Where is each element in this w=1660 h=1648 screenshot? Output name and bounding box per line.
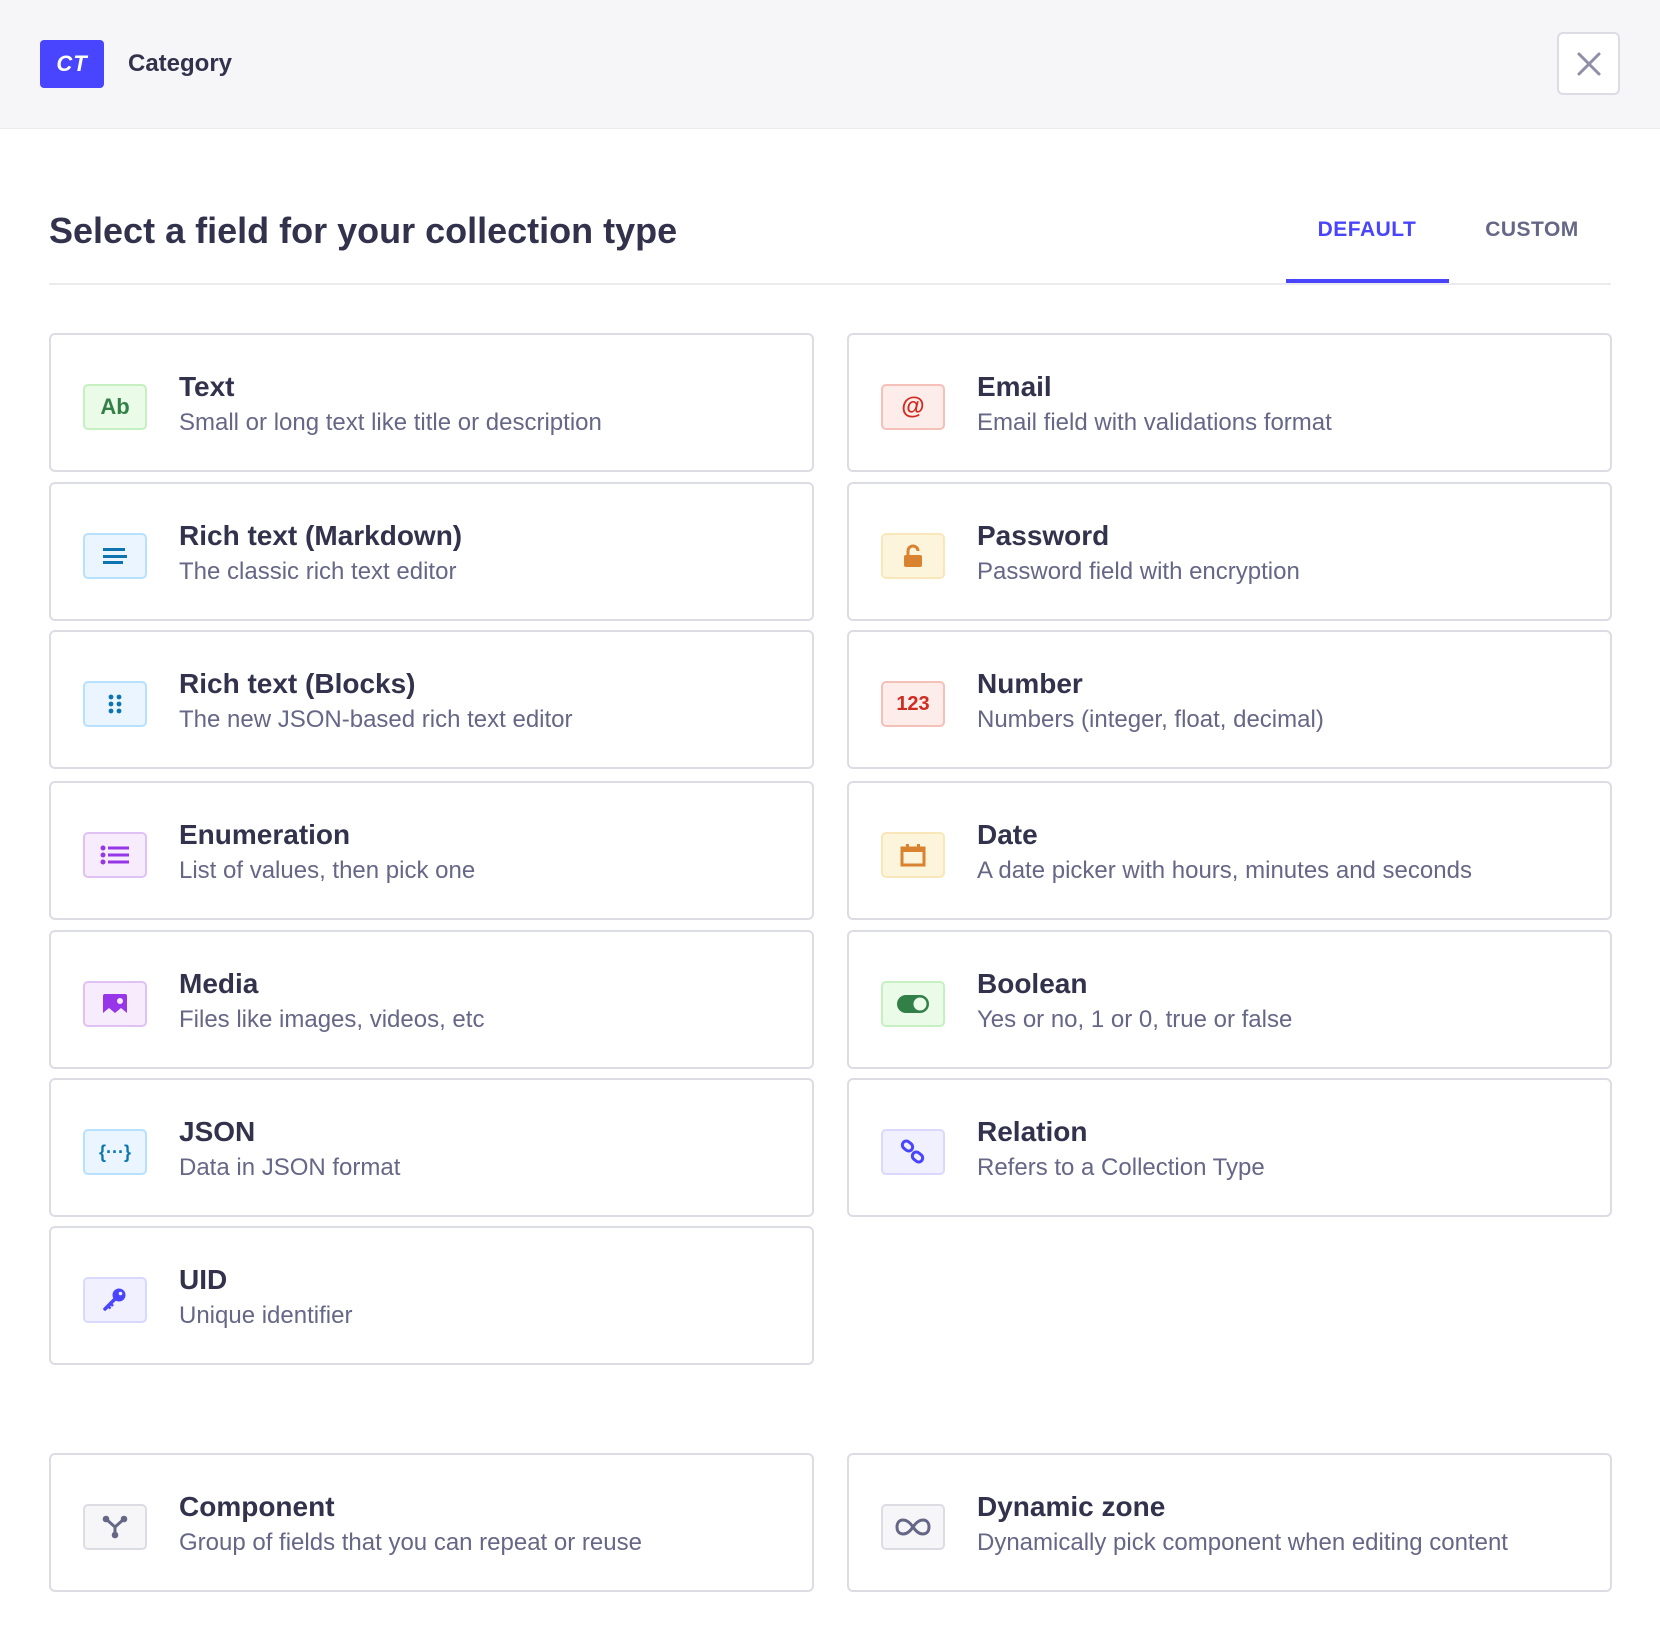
- field-title: Email: [977, 371, 1052, 402]
- field-description: Unique identifier: [179, 1302, 353, 1329]
- paragraph-icon: [83, 533, 147, 579]
- field-card-json[interactable]: {···} JSON Data in JSON format: [49, 1078, 814, 1217]
- close-button[interactable]: [1557, 32, 1620, 95]
- field-description: Yes or no, 1 or 0, true or false: [977, 1006, 1293, 1033]
- number-icon: 123: [881, 681, 945, 727]
- field-description: A date picker with hours, minutes and se…: [977, 857, 1472, 884]
- field-title: Dynamic zone: [977, 1491, 1166, 1522]
- field-card-email[interactable]: @ Email Email field with validations for…: [847, 333, 1612, 472]
- header-title: Category: [128, 50, 233, 77]
- field-card-media[interactable]: Media Files like images, videos, etc: [49, 930, 814, 1069]
- toggle-icon: [881, 981, 945, 1027]
- json-icon: {···}: [83, 1129, 147, 1175]
- field-title: Date: [977, 819, 1038, 850]
- field-card-component[interactable]: Component Group of fields that you can r…: [49, 1453, 814, 1592]
- link-icon: [881, 1129, 945, 1175]
- tab-default[interactable]: DEFAULT: [1286, 218, 1448, 242]
- field-card-password[interactable]: Password Password field with encryption: [847, 482, 1612, 621]
- field-description: Dynamically pick component when editing …: [977, 1529, 1508, 1556]
- field-description: List of values, then pick one: [179, 857, 476, 884]
- field-description: The new JSON-based rich text editor: [179, 706, 573, 733]
- list-icon: [83, 832, 147, 878]
- field-description: Numbers (integer, float, decimal): [977, 706, 1324, 733]
- collection-type-badge: CT: [40, 40, 104, 88]
- field-description: Small or long text like title or descrip…: [179, 409, 602, 436]
- field-description: Email field with validations format: [977, 409, 1332, 436]
- modal-header: CT Category: [0, 0, 1660, 129]
- field-title: Rich text (Blocks): [179, 668, 416, 699]
- field-description: Files like images, videos, etc: [179, 1006, 485, 1033]
- image-icon: [83, 981, 147, 1027]
- field-title: Boolean: [977, 968, 1088, 999]
- close-icon: [1577, 52, 1600, 75]
- field-title: UID: [179, 1264, 228, 1295]
- field-title: Number: [977, 668, 1083, 699]
- field-card-date[interactable]: Date A date picker with hours, minutes a…: [847, 781, 1612, 920]
- field-title: Media: [179, 968, 259, 999]
- field-card-dynamic-zone[interactable]: Dynamic zone Dynamically pick component …: [847, 1453, 1612, 1592]
- field-card-rich-text-markdown[interactable]: Rich text (Markdown) The classic rich te…: [49, 482, 814, 621]
- tab-custom[interactable]: CUSTOM: [1462, 218, 1602, 242]
- active-tab-indicator: [1286, 279, 1449, 283]
- field-title: Relation: [977, 1116, 1088, 1147]
- field-card-text[interactable]: Ab Text Small or long text like title or…: [49, 333, 814, 472]
- key-icon: [83, 1277, 147, 1323]
- field-title: Component: [179, 1491, 335, 1522]
- field-card-relation[interactable]: Relation Refers to a Collection Type: [847, 1078, 1612, 1217]
- field-card-rich-text-blocks[interactable]: Rich text (Blocks) The new JSON-based ri…: [49, 630, 814, 769]
- field-description: Group of fields that you can repeat or r…: [179, 1529, 642, 1556]
- page-title: Select a field for your collection type: [49, 210, 678, 251]
- field-card-enumeration[interactable]: Enumeration List of values, then pick on…: [49, 781, 814, 920]
- field-description: Password field with encryption: [977, 558, 1300, 585]
- field-description: Data in JSON format: [179, 1154, 401, 1181]
- field-title: Password: [977, 520, 1110, 551]
- calendar-icon: [881, 832, 945, 878]
- tabs-divider: [49, 283, 1611, 285]
- field-card-number[interactable]: 123 Number Numbers (integer, float, deci…: [847, 630, 1612, 769]
- field-title: Rich text (Markdown): [179, 520, 463, 551]
- blocks-grip-icon: [83, 681, 147, 727]
- field-title: JSON: [179, 1116, 256, 1147]
- field-card-boolean[interactable]: Boolean Yes or no, 1 or 0, true or false: [847, 930, 1612, 1069]
- field-title: Text: [179, 371, 235, 402]
- email-icon: @: [881, 384, 945, 430]
- field-card-uid[interactable]: UID Unique identifier: [49, 1226, 814, 1365]
- text-icon: Ab: [83, 384, 147, 430]
- lock-icon: [881, 533, 945, 579]
- field-description: The classic rich text editor: [179, 558, 457, 585]
- field-title: Enumeration: [179, 819, 351, 850]
- infinity-icon: [881, 1504, 945, 1550]
- field-description: Refers to a Collection Type: [977, 1154, 1265, 1181]
- component-icon: [83, 1504, 147, 1550]
